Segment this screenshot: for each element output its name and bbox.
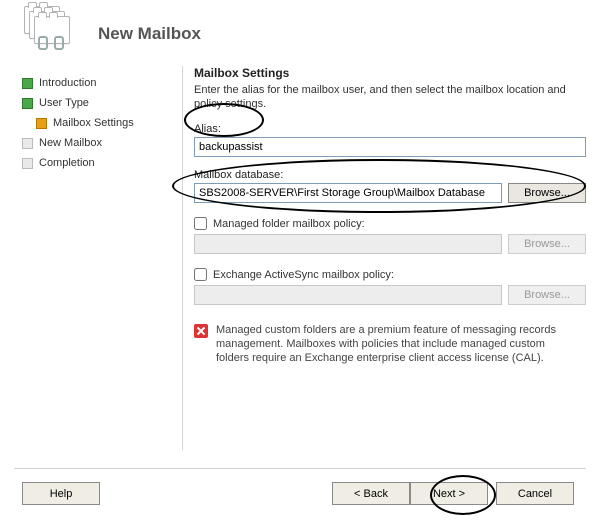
managed-folder-policy-label: Managed folder mailbox policy: <box>213 218 365 230</box>
mailbox-database-input[interactable] <box>194 183 502 203</box>
back-button[interactable]: < Back <box>332 482 410 505</box>
mailbox-database-label: Mailbox database: <box>194 169 586 181</box>
cancel-button[interactable]: Cancel <box>496 482 574 505</box>
check-icon <box>22 98 33 109</box>
managed-folder-policy-checkbox[interactable] <box>194 217 207 230</box>
divider <box>182 66 183 450</box>
browse-folder-policy-button: Browse... <box>508 234 586 254</box>
help-button[interactable]: Help <box>22 482 100 505</box>
browse-database-button[interactable]: Browse... <box>508 183 586 203</box>
step-user-type: User Type <box>22 94 172 112</box>
section-intro: Enter the alias for the mailbox user, an… <box>194 83 586 111</box>
page-title: New Mailbox <box>98 24 201 44</box>
step-new-mailbox: New Mailbox <box>22 134 172 152</box>
step-label: Mailbox Settings <box>53 117 134 129</box>
step-completion: Completion <box>22 154 172 172</box>
mailbox-icon <box>24 6 72 50</box>
browse-activesync-button: Browse... <box>508 285 586 305</box>
step-introduction: Introduction <box>22 74 172 92</box>
step-label: New Mailbox <box>39 137 102 149</box>
warning-icon <box>194 324 208 338</box>
next-button[interactable]: Next > <box>410 482 488 505</box>
alias-input[interactable] <box>194 137 586 157</box>
activesync-policy-label: Exchange ActiveSync mailbox policy: <box>213 269 394 281</box>
wizard-header: New Mailbox <box>4 2 596 62</box>
current-step-icon <box>36 118 47 129</box>
alias-label: Alias: <box>194 123 586 135</box>
check-icon <box>22 78 33 89</box>
activesync-policy-checkbox[interactable] <box>194 268 207 281</box>
step-label: Completion <box>39 157 95 169</box>
pending-step-icon <box>22 158 33 169</box>
pending-step-icon <box>22 138 33 149</box>
premium-note: Managed custom folders are a premium fea… <box>216 323 580 365</box>
divider <box>14 468 586 469</box>
wizard-steps: Introduction User Type Mailbox Settings … <box>22 74 172 174</box>
step-label: Introduction <box>39 77 96 89</box>
managed-folder-policy-input <box>194 234 502 254</box>
step-label: User Type <box>39 97 89 109</box>
activesync-policy-input <box>194 285 502 305</box>
section-heading: Mailbox Settings <box>194 66 586 80</box>
step-mailbox-settings: Mailbox Settings <box>36 114 172 132</box>
